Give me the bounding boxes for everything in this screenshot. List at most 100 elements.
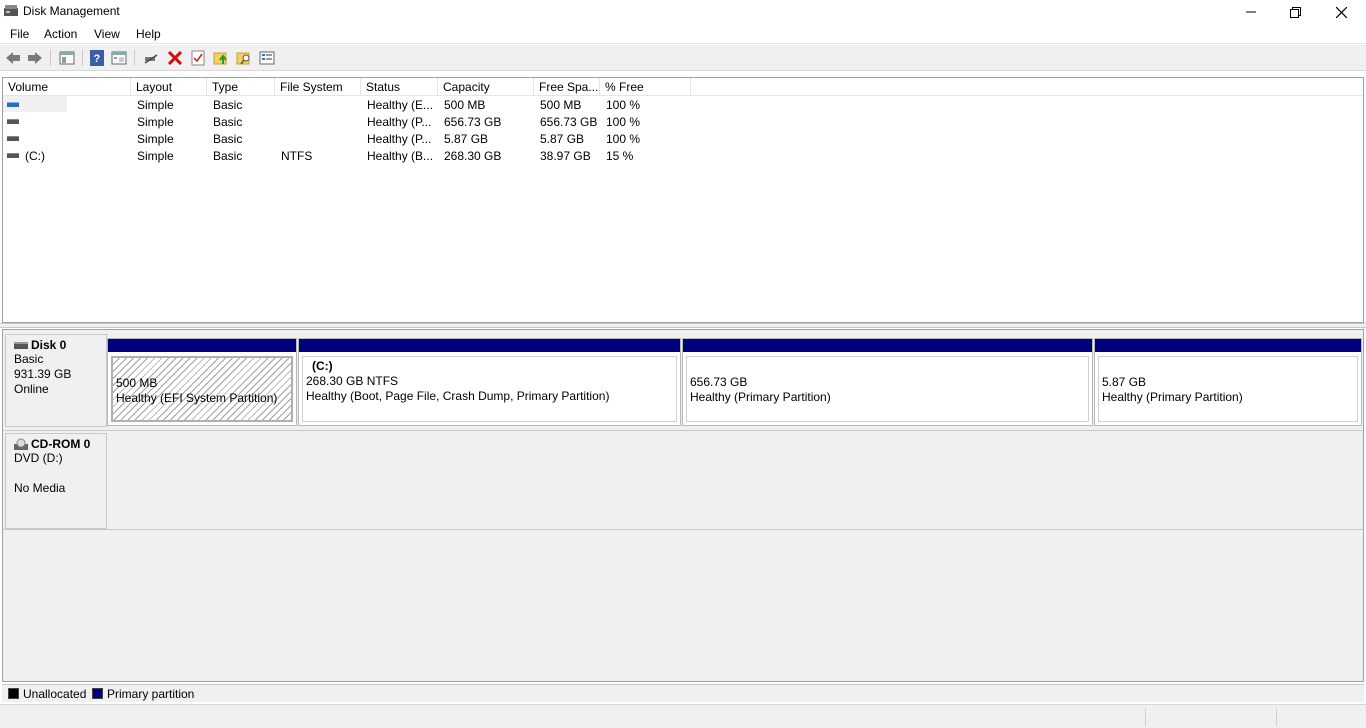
menu-action[interactable]: Action bbox=[44, 27, 77, 41]
menu-view[interactable]: View bbox=[94, 27, 120, 41]
back-button[interactable] bbox=[4, 49, 22, 67]
menu-help[interactable]: Help bbox=[136, 27, 161, 41]
up-folder-icon bbox=[213, 52, 227, 65]
volume-capacity: 500 MB bbox=[444, 98, 486, 112]
cd-drive-icon bbox=[14, 438, 28, 450]
primary-partition-bar bbox=[1095, 339, 1361, 352]
volume-disk-icon bbox=[7, 102, 19, 107]
search-folder-button[interactable] bbox=[235, 49, 253, 67]
column-header-status[interactable]: Status bbox=[361, 78, 438, 96]
column-header-percent-free[interactable]: % Free bbox=[600, 78, 691, 96]
partition-efi[interactable]: 500 MB Healthy (EFI System Partition) bbox=[107, 338, 297, 426]
column-header-file-system[interactable]: File System bbox=[275, 78, 361, 96]
partition-efi-status: Healthy (EFI System Partition) bbox=[116, 391, 278, 405]
window-title: Disk Management bbox=[23, 4, 120, 18]
status-pane bbox=[1276, 708, 1366, 726]
connect-button[interactable] bbox=[142, 49, 160, 67]
hard-disk-icon bbox=[14, 342, 28, 349]
legend-primary-partition: Primary partition bbox=[107, 687, 195, 701]
volume-row[interactable]: Simple Basic Healthy (P... 656.73 GB 656… bbox=[3, 113, 1363, 130]
partition-3-size: 656.73 GB bbox=[690, 375, 748, 389]
status-bar bbox=[0, 704, 1366, 728]
cdrom-0-label[interactable]: CD-ROM 0 DVD (D:) No Media bbox=[5, 433, 107, 529]
properties-icon bbox=[111, 51, 127, 65]
partition-c-title: (C:) bbox=[312, 359, 333, 373]
volume-status: Healthy (P... bbox=[367, 115, 432, 129]
restore-button[interactable] bbox=[1272, 0, 1318, 24]
volume-free-space: 5.87 GB bbox=[540, 132, 585, 146]
partition-c-size: 268.30 GB NTFS bbox=[306, 374, 399, 388]
help-icon: ? bbox=[90, 50, 104, 66]
help-button[interactable]: ? bbox=[88, 49, 106, 67]
partition-3[interactable]: 656.73 GB Healthy (Primary Partition) bbox=[682, 338, 1093, 426]
disk-0-state: Online bbox=[14, 382, 49, 396]
partition-efi-body: 500 MB Healthy (EFI System Partition) bbox=[111, 356, 293, 422]
toolbar-separator bbox=[134, 50, 135, 66]
svg-text:?: ? bbox=[94, 53, 101, 65]
volume-list[interactable]: Volume Layout Type File System Status Ca… bbox=[2, 77, 1364, 323]
disk-management-app-icon bbox=[4, 5, 18, 16]
volume-percent-free: 100 % bbox=[606, 115, 641, 129]
primary-partition-bar bbox=[299, 339, 680, 352]
check-button[interactable] bbox=[189, 49, 207, 67]
volume-free-space: 656.73 GB bbox=[540, 115, 598, 129]
legend-unallocated: Unallocated bbox=[23, 687, 87, 701]
delete-button[interactable] bbox=[166, 49, 184, 67]
partition-c-body: (C:) 268.30 GB NTFS Healthy (Boot, Page … bbox=[302, 356, 677, 422]
volume-type: Basic bbox=[213, 132, 243, 146]
column-header-volume[interactable]: Volume bbox=[3, 78, 131, 96]
volume-row[interactable]: Simple Basic Healthy (P... 5.87 GB 5.87 … bbox=[3, 130, 1363, 147]
partition-4-body: 5.87 GB Healthy (Primary Partition) bbox=[1098, 356, 1358, 422]
column-header-layout[interactable]: Layout bbox=[131, 78, 207, 96]
show-hide-tree-button[interactable] bbox=[58, 49, 76, 67]
graphical-disk-view[interactable]: Disk 0 Basic 931.39 GB Online 500 MB Hea… bbox=[2, 329, 1364, 682]
volume-name: (C:) bbox=[25, 149, 45, 163]
partition-c[interactable]: (C:) 268.30 GB NTFS Healthy (Boot, Page … bbox=[298, 338, 681, 426]
partition-3-status: Healthy (Primary Partition) bbox=[690, 390, 831, 404]
volume-percent-free: 15 % bbox=[606, 149, 634, 163]
primary-partition-swatch bbox=[92, 688, 103, 699]
partition-c-status: Healthy (Boot, Page File, Crash Dump, Pr… bbox=[306, 389, 610, 403]
volume-capacity: 5.87 GB bbox=[444, 132, 489, 146]
toolbar-separator bbox=[82, 50, 83, 66]
volume-type: Basic bbox=[213, 115, 243, 129]
pane-splitter[interactable] bbox=[0, 323, 1366, 328]
up-folder-button[interactable] bbox=[212, 49, 230, 67]
column-header-free-space[interactable]: Free Spa... bbox=[534, 78, 600, 96]
minimize-button[interactable] bbox=[1228, 0, 1274, 24]
title-bar: Disk Management bbox=[0, 0, 1366, 24]
connect-icon bbox=[144, 54, 158, 64]
partition-4-size: 5.87 GB bbox=[1102, 375, 1147, 389]
menu-file[interactable]: File bbox=[10, 27, 29, 41]
volume-layout: Simple bbox=[137, 132, 174, 146]
volume-capacity: 656.73 GB bbox=[444, 115, 502, 129]
volume-percent-free: 100 % bbox=[606, 132, 641, 146]
volume-layout: Simple bbox=[137, 149, 174, 163]
menu-bar: File Action View Help bbox=[0, 24, 1366, 44]
disk-0-name: Disk 0 bbox=[31, 338, 67, 352]
cdrom-0-state: No Media bbox=[14, 481, 66, 495]
search-folder-icon bbox=[236, 52, 250, 65]
properties-button[interactable] bbox=[110, 49, 128, 67]
disk-0-label[interactable]: Disk 0 Basic 931.39 GB Online bbox=[5, 334, 107, 427]
list-view-icon bbox=[259, 51, 275, 65]
list-view-button[interactable] bbox=[258, 49, 276, 67]
column-header-capacity[interactable]: Capacity bbox=[438, 78, 534, 96]
minimize-icon bbox=[1246, 11, 1256, 13]
volume-status: Healthy (P... bbox=[367, 132, 432, 146]
column-header-type[interactable]: Type bbox=[207, 78, 275, 96]
volume-free-space: 500 MB bbox=[540, 98, 582, 112]
status-pane bbox=[1145, 708, 1275, 726]
volume-status: Healthy (E... bbox=[367, 98, 434, 112]
volume-free-space: 38.97 GB bbox=[540, 149, 591, 163]
volume-row[interactable]: (C:) Simple Basic NTFS Healthy (B... 268… bbox=[3, 147, 1363, 164]
volume-type: Basic bbox=[213, 98, 243, 112]
volume-row[interactable]: Simple Basic Healthy (E... 500 MB 500 MB… bbox=[3, 96, 1363, 113]
legend: Unallocated Primary partition bbox=[2, 684, 1364, 702]
primary-partition-bar bbox=[108, 339, 296, 352]
forward-button[interactable] bbox=[26, 49, 44, 67]
volume-disk-icon bbox=[7, 119, 19, 124]
close-button[interactable] bbox=[1318, 0, 1364, 24]
partition-4[interactable]: 5.87 GB Healthy (Primary Partition) bbox=[1094, 338, 1362, 426]
volume-disk-icon bbox=[7, 136, 19, 141]
